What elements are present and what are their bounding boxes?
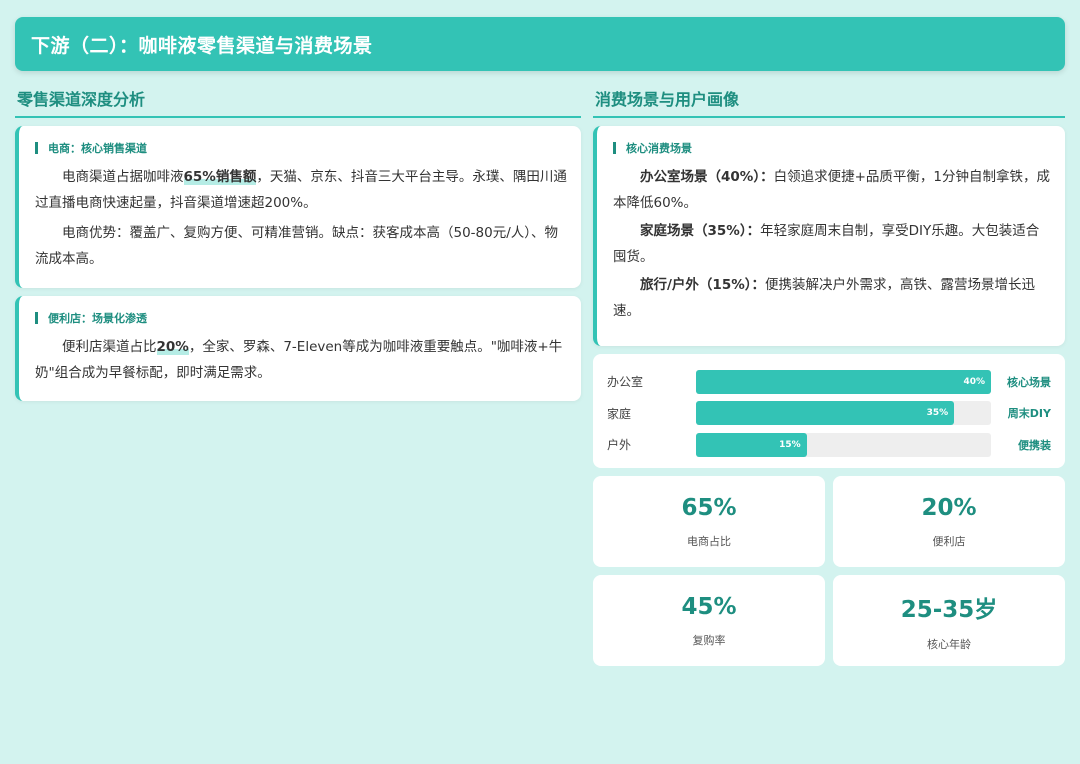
bar-row: 户外 15% 便携装: [607, 429, 1051, 461]
bar-tag: 便携装: [1018, 438, 1051, 452]
page-header: 下游（二）：咖啡液零售渠道与消费场景: [15, 17, 1065, 71]
scene-item-travel: 旅行/户外（15%）：便携装解决户外需求，高铁、露营场景增长迅速。: [613, 272, 1051, 324]
bar-row: 家庭 35% 周末DIY: [607, 398, 1051, 430]
ecommerce-p1-text-a: 电商渠道占据咖啡液: [62, 169, 184, 185]
consumption-scene-column: 消费场景与用户画像 核心消费场景 办公室场景（40%）：白领追求便捷+品质平衡，…: [593, 84, 1065, 666]
bar-tag: 周末DIY: [1007, 407, 1051, 421]
bar-fill: 40%: [696, 369, 991, 394]
bar-track: 40%: [696, 369, 991, 394]
stat-value: 65%: [681, 494, 737, 521]
scene-name: 家庭场景（35%）：: [640, 223, 761, 239]
ecommerce-card: 电商：核心销售渠道 电商渠道占据咖啡液65%销售额，天猫、京东、抖音三大平台主导…: [15, 126, 581, 288]
stat-card-convenience: 20% 便利店: [833, 476, 1065, 567]
scenes-card-title: 核心消费场景: [613, 140, 1051, 156]
bar-fill: 35%: [696, 401, 955, 426]
ecommerce-highlight: 65%销售额: [183, 169, 257, 185]
stat-card-repurchase: 45% 复购率: [593, 575, 825, 666]
section-title-retail: 零售渠道深度分析: [15, 84, 581, 118]
convenience-card-title: 便利店：场景化渗透: [35, 310, 567, 326]
scene-share-bars: 办公室 40% 核心场景 家庭 35% 周末DIY 户外 15% 便携装: [593, 354, 1065, 468]
ecommerce-card-title: 电商：核心销售渠道: [35, 140, 567, 156]
title-marker-icon: [35, 142, 38, 154]
bar-value: 35%: [926, 408, 949, 419]
stat-value: 20%: [921, 494, 977, 521]
stat-value: 25-35岁: [900, 596, 998, 623]
convenience-text-a: 便利店渠道占比: [62, 339, 157, 355]
retail-channel-column: 零售渠道深度分析 电商：核心销售渠道 电商渠道占据咖啡液65%销售额，天猫、京东…: [15, 84, 581, 401]
convenience-highlight: 20%: [156, 339, 189, 355]
convenience-paragraph: 便利店渠道占比20%，全家、罗森、7-Eleven等成为咖啡液重要触点。"咖啡液…: [35, 334, 567, 386]
bar-label: 家庭: [607, 406, 632, 421]
title-marker-icon: [613, 142, 616, 154]
scene-item-office: 办公室场景（40%）：白领追求便捷+品质平衡，1分钟自制拿铁，成本降低60%。: [613, 164, 1051, 216]
scene-name: 旅行/户外（15%）：: [640, 277, 765, 293]
bar-row: 办公室 40% 核心场景: [607, 366, 1051, 398]
convenience-card: 便利店：场景化渗透 便利店渠道占比20%，全家、罗森、7-Eleven等成为咖啡…: [15, 296, 581, 401]
bar-value: 15%: [779, 439, 801, 450]
stat-label: 电商占比: [687, 534, 731, 548]
bar-value: 40%: [963, 376, 985, 387]
bar-track: 15%: [696, 432, 991, 457]
scenes-title-text: 核心消费场景: [626, 142, 692, 155]
page-title: 下游（二）：咖啡液零售渠道与消费场景: [31, 34, 373, 57]
stats-grid: 65% 电商占比 20% 便利店 45% 复购率 25-35岁 核心年龄: [593, 476, 1065, 666]
bar-label: 办公室: [607, 375, 644, 390]
ecommerce-paragraph-1: 电商渠道占据咖啡液65%销售额，天猫、京东、抖音三大平台主导。永璞、隅田川通过直…: [35, 164, 567, 216]
convenience-title-text: 便利店：场景化渗透: [48, 312, 147, 325]
title-marker-icon: [35, 312, 38, 324]
stat-label: 便利店: [932, 534, 966, 548]
bar-fill: 15%: [696, 432, 807, 457]
ecommerce-paragraph-2: 电商优势：覆盖广、复购方便、可精准营销。缺点：获客成本高（50-80元/人）、物…: [35, 225, 559, 267]
scene-item-home: 家庭场景（35%）：年轻家庭周末自制，享受DIY乐趣。大包装适合囤货。: [613, 218, 1051, 270]
scenes-card: 核心消费场景 办公室场景（40%）：白领追求便捷+品质平衡，1分钟自制拿铁，成本…: [593, 126, 1065, 346]
stat-label: 复购率: [692, 633, 726, 647]
bar-tag: 核心场景: [1007, 375, 1051, 389]
scene-name: 办公室场景（40%）：: [640, 169, 774, 185]
stat-value: 45%: [681, 593, 737, 620]
bar-track: 35%: [696, 401, 991, 426]
stat-label: 核心年龄: [927, 637, 971, 651]
ecommerce-title-text: 电商：核心销售渠道: [48, 142, 147, 155]
bar-label: 户外: [607, 438, 632, 453]
stat-card-age: 25-35岁 核心年龄: [833, 575, 1065, 666]
stat-card-ecommerce: 65% 电商占比: [593, 476, 825, 567]
section-title-scenes: 消费场景与用户画像: [593, 84, 1065, 118]
